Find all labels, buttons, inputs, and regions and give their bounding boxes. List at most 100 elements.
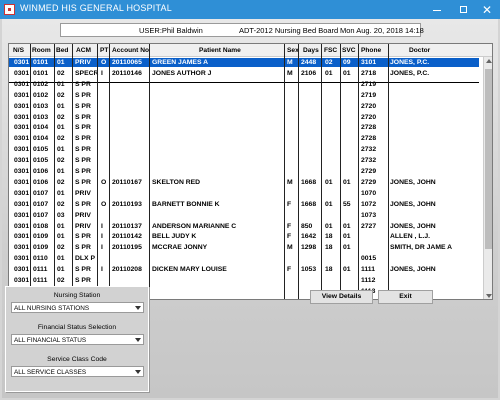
column-header[interactable]: N/S	[13, 47, 24, 54]
column-header[interactable]: Days	[303, 47, 319, 54]
nursing-station-label: Nursing Station	[53, 292, 101, 299]
cell-phone: 2728	[361, 135, 377, 143]
cell-bed: 02	[57, 113, 65, 121]
column-header[interactable]: PT	[100, 47, 108, 54]
table-row[interactable]: 0301 0101 01 PRIV O 20110065 GREEN JAMES A M 244…	[9, 58, 479, 67]
table-row[interactable]: 0301 0111 02 S PR 1112	[9, 276, 479, 285]
column-divider	[298, 44, 299, 299]
cell-bed: 01	[57, 168, 65, 175]
cell-room: 0103	[33, 102, 49, 110]
cell-ns: 0301	[14, 233, 30, 241]
exit-button[interactable]: Exit	[378, 290, 433, 304]
cell-ns: 0301	[14, 124, 30, 132]
table-row[interactable]: 0301 0107 02 S PR O 20110193 BARNETT BONNIE K F…	[9, 200, 479, 209]
table-row[interactable]: 0301 0104 01 S PR 2728	[9, 123, 479, 132]
column-header[interactable]: FSC	[324, 47, 337, 54]
close-icon: ✕	[481, 2, 493, 17]
minimize-button[interactable]	[424, 0, 450, 19]
minimize-icon	[433, 10, 441, 11]
cell-room: 0107	[33, 200, 49, 208]
table-row[interactable]: 0301 0111 01 S PR I 20110208 DICKEN MARY LOUIS…	[9, 265, 479, 274]
cell-phone: 2732	[361, 157, 377, 165]
vertical-scrollbar[interactable]	[483, 57, 492, 299]
service-class-select[interactable]: ALL SERVICE CLASSES	[11, 366, 144, 377]
cell-doctor: JONES, P.C.	[390, 69, 430, 77]
table-row[interactable]: 0301 0109 01 S PR I 20110142 BELL JUDY K F 1642 1…	[9, 232, 479, 241]
column-divider	[109, 44, 110, 299]
cell-room: 0103	[33, 113, 49, 121]
cell-phone: 2718	[361, 69, 377, 77]
column-header[interactable]: Sex	[287, 47, 299, 54]
cell-phone: 1072	[361, 200, 377, 208]
cell-acm: DLX P	[75, 255, 96, 263]
scroll-down-icon[interactable]	[486, 294, 492, 298]
cell-account-no: 20110167	[112, 178, 142, 186]
column-header[interactable]: Phone	[361, 47, 381, 54]
cell-room: 0101	[33, 59, 49, 66]
table-row[interactable]: 0301 0102 02 S PR 2719	[9, 91, 479, 100]
table-row[interactable]: 0301 0110 01 DLX P 0015	[9, 254, 479, 263]
column-header[interactable]: Bed	[56, 47, 68, 54]
bed-board-table[interactable]: N/S Room Bed ACM PT Account No Patient Name Sex…	[8, 43, 493, 300]
cell-ns: 0301	[14, 200, 30, 208]
financial-status-select[interactable]: ALL FINANCIAL STATUS	[11, 334, 144, 345]
filter-panel: Nursing Station ALL NURSING STATIONS Fin…	[5, 286, 149, 392]
table-row[interactable]: 0301 0103 01 S PR 2720	[9, 102, 479, 111]
table-row[interactable]: 0301 0109 02 S PR I 20110195 MCCRAE JONNY M 1298…	[9, 243, 479, 252]
cell-acm: S PR	[75, 233, 91, 241]
column-header[interactable]: SVC	[342, 47, 356, 54]
table-row[interactable]: 0301 0105 01 S PR 2732	[9, 145, 479, 154]
cell-ns: 0301	[14, 146, 30, 154]
cell-phone: 1112	[361, 277, 376, 284]
datetime-label: Mon Aug. 20, 2018 14:18	[340, 26, 424, 35]
table-row[interactable]: 0301 0106 01 S PR 2729	[9, 167, 479, 176]
cell-bed: 02	[57, 157, 65, 165]
cell-bed: 02	[57, 91, 65, 99]
cell-patient-name: MCCRAE JONNY	[152, 244, 208, 252]
cell-room: 0104	[33, 124, 49, 132]
maximize-button[interactable]	[450, 0, 476, 19]
table-row[interactable]: 0301 0104 02 S PR 2728	[9, 134, 479, 143]
cell-bed: 01	[57, 222, 65, 230]
table-row[interactable]: 0301 0107 01 PRIV 1070	[9, 189, 479, 198]
scroll-thumb[interactable]	[485, 69, 492, 249]
table-row[interactable]: 0301 0105 02 S PR 2732	[9, 156, 479, 165]
table-row[interactable]: 0301 0103 02 S PR 2720	[9, 113, 479, 122]
cell-ns: 0301	[14, 102, 30, 110]
cell-room: 0111	[33, 266, 48, 274]
cell-ns: 0301	[14, 168, 30, 175]
column-header[interactable]: Doctor	[409, 47, 430, 54]
cell-acm: S PR	[75, 277, 91, 284]
scroll-up-icon[interactable]	[486, 59, 492, 63]
column-header[interactable]: Account No	[112, 47, 149, 54]
column-divider	[30, 44, 31, 299]
nursing-station-select[interactable]: ALL NURSING STATIONS	[11, 302, 144, 313]
cell-account-no: 20110208	[112, 266, 142, 274]
column-header[interactable]: Patient Name	[199, 47, 241, 54]
cell-bed: 01	[57, 189, 65, 197]
table-row[interactable]: 0301 0108 01 PRIV I 20110137 ANDERSON MARIANNE…	[9, 222, 479, 231]
cell-acm: PRIV	[75, 189, 91, 197]
cell-phone: 1070	[361, 189, 377, 197]
cell-bed: 01	[57, 102, 65, 110]
cell-acm: S PR	[75, 200, 91, 208]
cell-room: 0109	[33, 233, 49, 241]
cell-sex: M	[287, 69, 293, 77]
cell-pt: O	[101, 200, 107, 208]
column-header[interactable]: Room	[32, 47, 51, 54]
row-separator	[9, 82, 479, 83]
close-button[interactable]: ✕	[474, 0, 500, 19]
cell-phone: 2720	[361, 102, 377, 110]
view-details-button[interactable]: View Details	[310, 290, 373, 304]
cell-room: 0102	[33, 91, 49, 99]
cell-doctor: SMITH, DR JAME A	[390, 244, 453, 252]
cell-sex: F	[287, 266, 292, 274]
table-row[interactable]: 0301 0101 02 SPECR I 20110146 JONES AUTHOR JM2…	[9, 69, 479, 78]
cell-svc: 01	[343, 69, 351, 77]
cell-phone: 2729	[361, 168, 377, 175]
table-row[interactable]: 0301 0106 02 S PR O 20110167 SKELTON RED M 1668 0…	[9, 178, 479, 187]
cell-bed: 02	[57, 178, 65, 186]
cell-acm: SPECR	[75, 69, 99, 77]
column-header[interactable]: ACM	[76, 47, 91, 54]
table-row[interactable]: 0301 0107 03 PRIV 1073	[9, 211, 479, 220]
